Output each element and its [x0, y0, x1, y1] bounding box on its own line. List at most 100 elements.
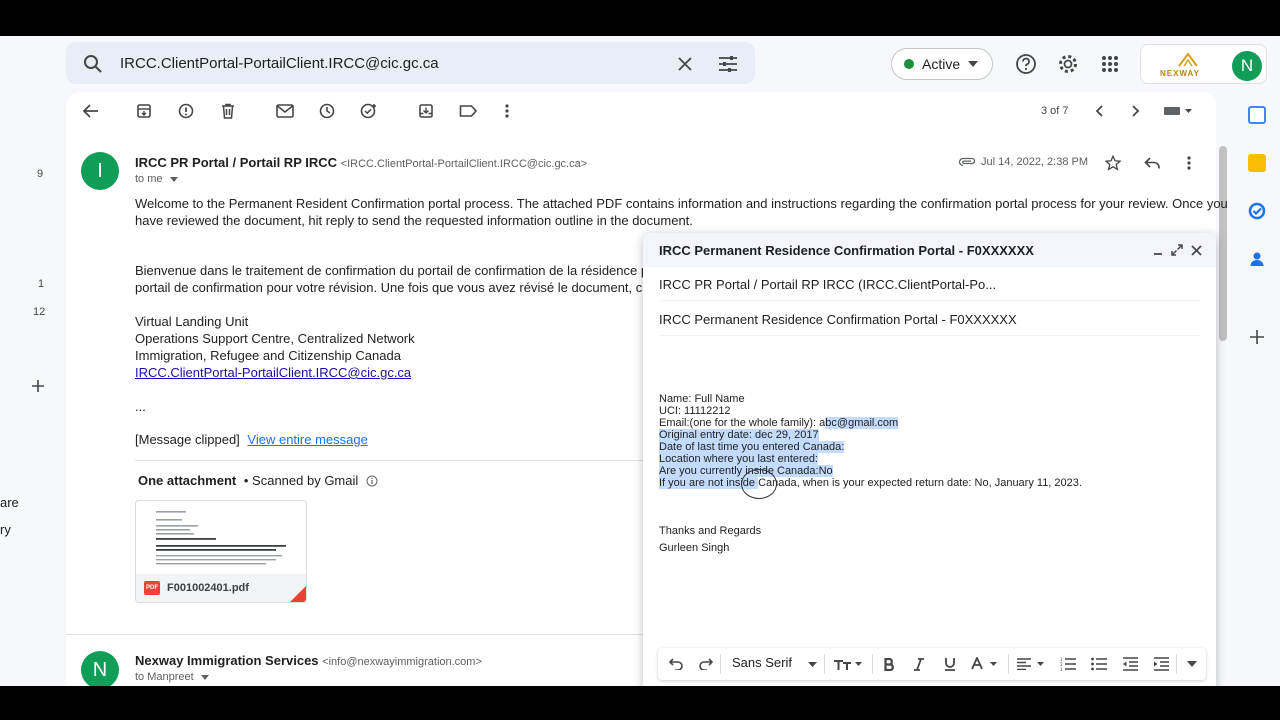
sender-name[interactable]: Nexway Immigration Services — [135, 653, 319, 668]
avatar[interactable]: N — [1232, 51, 1262, 81]
more-formatting-icon[interactable] — [1178, 650, 1206, 678]
move-to-icon[interactable] — [412, 97, 440, 125]
add-app-icon[interactable] — [1243, 323, 1271, 351]
close-icon[interactable] — [671, 50, 699, 78]
status-selector[interactable]: Active — [891, 48, 993, 80]
recipient-line[interactable]: to me — [135, 173, 178, 185]
numbered-list-icon[interactable]: 123 — [1054, 650, 1082, 678]
gear-icon[interactable] — [1054, 50, 1082, 78]
compose-line[interactable]: Thanks and Regards — [659, 525, 761, 537]
undo-icon[interactable] — [662, 650, 690, 678]
star-icon[interactable] — [1099, 149, 1127, 177]
more-vert-icon[interactable] — [1175, 149, 1203, 177]
text-color-icon[interactable] — [967, 650, 1003, 678]
sender-line: IRCC PR Portal / Portail RP IRCC <IRCC.C… — [135, 155, 587, 170]
bulleted-list-icon[interactable] — [1085, 650, 1113, 678]
filter-options-icon[interactable] — [714, 50, 742, 78]
more-vert-icon[interactable] — [493, 97, 521, 125]
selected-line[interactable]: Location where you last entered: — [659, 453, 818, 465]
subject-field[interactable]: IRCC Permanent Residence Confirmation Po… — [659, 302, 1200, 336]
body-paragraph: Welcome to the Permanent Resident Confir… — [135, 196, 1228, 211]
font-size-icon[interactable] — [830, 650, 866, 678]
mark-unread-icon[interactable] — [271, 97, 299, 125]
compose-title: IRCC Permanent Residence Confirmation Po… — [659, 243, 1034, 258]
svg-text:3: 3 — [1060, 667, 1063, 671]
compose-line[interactable]: Gurleen Singh — [659, 542, 729, 554]
underline-icon[interactable] — [936, 650, 964, 678]
compose-window: IRCC Permanent Residence Confirmation Po… — [643, 233, 1216, 686]
search-input[interactable]: IRCC.ClientPortal-PortailClient.IRCC@cic… — [120, 55, 439, 72]
delete-icon[interactable] — [214, 97, 242, 125]
sender-avatar[interactable]: N — [81, 651, 119, 686]
formatting-toolbar: Sans Serif 123 — [658, 648, 1206, 680]
align-icon[interactable] — [1013, 650, 1049, 678]
sender-avatar[interactable]: I — [81, 152, 119, 190]
bold-icon[interactable] — [875, 650, 903, 678]
rail-label[interactable]: ry — [0, 522, 11, 537]
signature-line: Immigration, Refugee and Citizenship Can… — [135, 348, 401, 363]
body-paragraph: have reviewed the document, hit reply to… — [135, 213, 693, 228]
toolbar-divider — [1176, 654, 1177, 674]
compose-text: Email:(one for the whole family): a — [659, 417, 826, 429]
compose-line[interactable]: Email:(one for the whole family): abc@gm… — [659, 417, 899, 429]
recipient-line[interactable]: to Manpreet — [135, 671, 209, 683]
to-field[interactable]: IRCC PR Portal / Portail RP IRCC (IRCC.C… — [659, 267, 1200, 301]
selected-text: bc@gmail.com — [825, 417, 899, 429]
apps-grid-icon[interactable] — [1096, 50, 1124, 78]
toolbar-divider — [720, 654, 721, 674]
label-icon[interactable] — [454, 97, 482, 125]
ellipsis-toggle[interactable]: ... — [135, 398, 146, 415]
input-tools-icon[interactable] — [1160, 97, 1196, 125]
pdf-preview-thumbnail — [156, 511, 286, 565]
add-task-icon[interactable] — [355, 97, 383, 125]
contacts-icon[interactable] — [1243, 245, 1271, 273]
signature-email-link[interactable]: IRCC.ClientPortal-PortailClient.IRCC@cic… — [135, 364, 411, 381]
logo-text: NEXWAY — [1160, 69, 1200, 78]
compose-line[interactable]: If you are not inside Canada, when is yo… — [659, 477, 1082, 489]
italic-icon[interactable] — [905, 650, 933, 678]
attachment-footer: PDF F001002401.pdf — [136, 574, 306, 602]
chevron-right-icon[interactable] — [1122, 97, 1150, 125]
attachment-header: One attachment • Scanned by Gmail — [138, 473, 378, 488]
rail-label[interactable]: are — [0, 495, 19, 510]
signature-line: Operations Support Centre, Centralized N… — [135, 331, 415, 346]
view-entire-message-link[interactable]: View entire message — [247, 432, 367, 447]
chevron-down-icon — [808, 662, 817, 667]
chevron-down-icon — [169, 176, 178, 182]
clipped-notice: [Message clipped] View entire message — [135, 431, 368, 448]
sender-name[interactable]: IRCC PR Portal / Portail RP IRCC — [135, 155, 337, 170]
chevron-left-icon[interactable] — [1085, 97, 1113, 125]
indent-less-icon[interactable] — [1116, 650, 1144, 678]
body-paragraph: Bienvenue dans le traitement de confirma… — [135, 263, 671, 278]
search-icon[interactable] — [79, 50, 107, 78]
clipped-text: [Message clipped] — [135, 432, 240, 447]
archive-icon[interactable] — [130, 97, 158, 125]
font-family-select[interactable]: Sans Serif — [732, 655, 792, 670]
help-icon[interactable] — [1012, 50, 1040, 78]
selected-line[interactable]: Original entry date: dec 29, 2017 — [659, 429, 819, 441]
redo-icon[interactable] — [692, 650, 720, 678]
close-icon[interactable] — [1182, 236, 1210, 264]
pdf-corner-icon — [290, 586, 306, 602]
compose-header[interactable]: IRCC Permanent Residence Confirmation Po… — [643, 233, 1216, 267]
nexway-logo-icon — [1178, 53, 1198, 67]
compose-line[interactable]: Name: Full Name — [659, 393, 745, 405]
compose-line[interactable]: UCI: 11112212 — [659, 405, 731, 417]
calendar-icon[interactable] — [1248, 106, 1266, 124]
attachment-filename: F001002401.pdf — [167, 582, 249, 594]
tasks-icon[interactable] — [1243, 197, 1271, 225]
reply-icon[interactable] — [1138, 149, 1166, 177]
report-spam-icon[interactable] — [172, 97, 200, 125]
cursor-highlight — [741, 469, 777, 499]
plus-icon[interactable] — [24, 372, 52, 400]
keep-icon[interactable] — [1248, 154, 1266, 172]
pager-count: 3 of 7 — [1041, 105, 1069, 117]
attachment-card[interactable]: PDF F001002401.pdf — [135, 500, 307, 603]
rail-count: 1 — [38, 278, 45, 290]
selected-line[interactable]: Date of last time you entered Canada: — [659, 441, 845, 453]
body-paragraph: portail de confirmation pour votre révis… — [135, 280, 670, 295]
indent-more-icon[interactable] — [1147, 650, 1175, 678]
scrollbar-thumb[interactable] — [1219, 146, 1227, 341]
snooze-icon[interactable] — [313, 97, 341, 125]
back-arrow-icon[interactable] — [77, 97, 105, 125]
